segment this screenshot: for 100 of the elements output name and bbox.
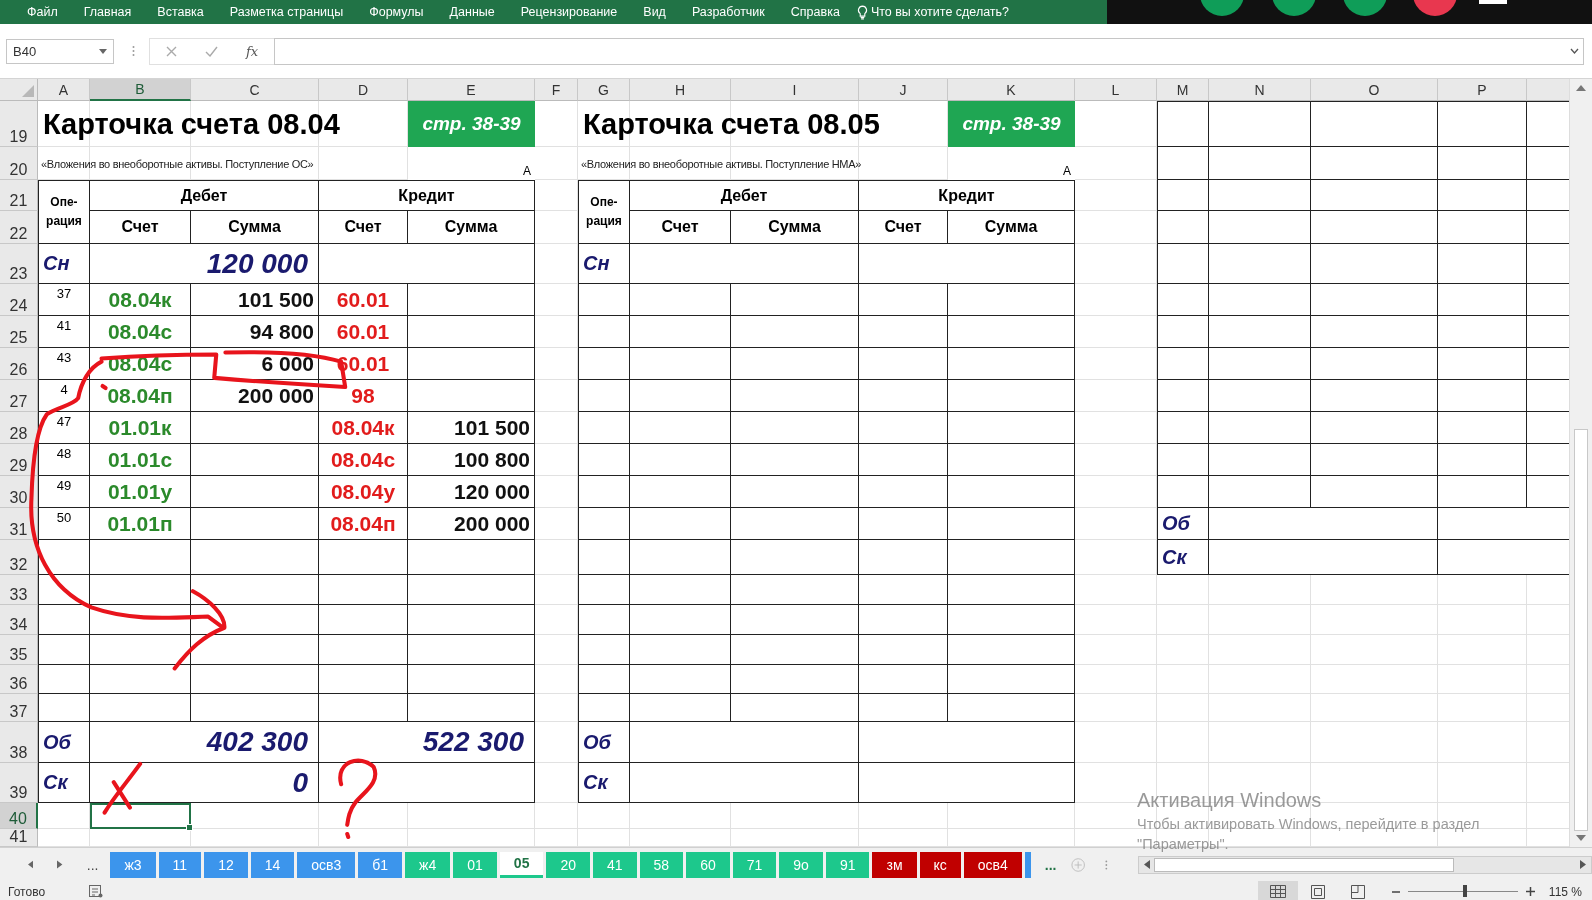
previous-sheet-icon[interactable] xyxy=(28,860,34,869)
table-cell xyxy=(578,540,630,575)
row-header[interactable]: 37 xyxy=(0,694,38,722)
page-badge: стр. 38-39 xyxy=(408,101,535,147)
name-box[interactable]: B40 xyxy=(6,38,114,64)
table-cell xyxy=(578,605,630,635)
row-header[interactable]: 19 xyxy=(0,101,38,147)
menu-item[interactable]: Вид xyxy=(630,5,679,19)
sheet-tab[interactable]: кс xyxy=(919,851,961,878)
menu-item[interactable]: Справка xyxy=(777,5,853,19)
column-header[interactable]: M xyxy=(1157,79,1209,101)
row-header[interactable]: 36 xyxy=(0,665,38,694)
row-header[interactable]: 39 xyxy=(0,763,38,803)
row-header[interactable]: 28 xyxy=(0,412,38,444)
table-cell xyxy=(1527,101,1569,147)
activation-text: "Параметры". xyxy=(1137,836,1230,852)
row-header[interactable]: 22 xyxy=(0,211,38,244)
table-cell: Об xyxy=(38,722,90,763)
scrollbar-thumb[interactable] xyxy=(1574,429,1588,831)
table-cell: 47 xyxy=(38,412,90,444)
table-cell: 200 000 xyxy=(191,380,319,412)
column-header[interactable]: K xyxy=(948,79,1075,101)
table-cell: 43 xyxy=(38,348,90,380)
column-header[interactable]: O xyxy=(1311,79,1438,101)
tell-me-field[interactable]: Что вы хотите сделать? xyxy=(857,5,1023,19)
check-icon[interactable] xyxy=(205,45,218,57)
table-cell xyxy=(1157,180,1209,211)
column-header[interactable]: D xyxy=(319,79,408,101)
scroll-down-icon[interactable] xyxy=(1576,835,1586,841)
menu-item[interactable]: Вставка xyxy=(144,5,217,19)
sheet-tab[interactable]: зм xyxy=(872,851,917,878)
normal-view-button[interactable] xyxy=(1257,881,1298,900)
zoom-level[interactable]: 115 % xyxy=(1548,884,1582,899)
row-header[interactable]: 33 xyxy=(0,575,38,605)
formula-input[interactable] xyxy=(274,37,1584,65)
row-header[interactable]: 21 xyxy=(0,180,38,211)
next-sheet-icon[interactable] xyxy=(57,860,63,869)
menu-item[interactable]: Рецензирование xyxy=(507,5,631,19)
menu-item[interactable]: Разработчик xyxy=(678,5,778,19)
column-header[interactable]: N xyxy=(1209,79,1311,101)
insert-function-button[interactable]: fx xyxy=(246,43,259,59)
expand-icon[interactable] xyxy=(1570,48,1579,54)
table-cell: 522 300 xyxy=(319,722,535,763)
table-cell xyxy=(1157,244,1209,284)
table-cell: 08.04к xyxy=(90,284,191,316)
row-header[interactable]: 40 xyxy=(0,803,38,829)
scroll-up-icon[interactable] xyxy=(1576,85,1586,91)
column-header[interactable]: F xyxy=(535,79,578,101)
more-sheets-button[interactable]: ... xyxy=(86,856,99,873)
table-cell: 01.01с xyxy=(90,444,191,476)
row-header[interactable]: 35 xyxy=(0,635,38,665)
table-cell: 08.04у xyxy=(319,476,408,508)
sheet-tab[interactable]: 05 xyxy=(499,851,544,878)
table-cell xyxy=(1157,211,1209,244)
more-sheets-button[interactable]: ... xyxy=(1044,856,1057,873)
row-header[interactable]: 24 xyxy=(0,284,38,316)
header-cell: Счет xyxy=(319,211,408,244)
table-cell: 0 xyxy=(90,763,319,803)
row-header[interactable]: 23 xyxy=(0,244,38,284)
row-header[interactable]: 27 xyxy=(0,380,38,412)
menu-item[interactable]: Разметка страницы xyxy=(216,5,357,19)
table-cell xyxy=(38,635,90,665)
column-header[interactable]: C xyxy=(191,79,319,101)
column-header[interactable]: I xyxy=(731,79,859,101)
card-subtitle: «Вложения во внеоборотные активы. Поступление ОС» xyxy=(40,156,315,172)
zoom-in-icon[interactable] xyxy=(1525,887,1535,896)
menu-item[interactable]: Данные xyxy=(436,5,508,19)
sheet-tab[interactable] xyxy=(1024,851,1031,878)
row-header[interactable]: 32 xyxy=(0,540,38,575)
menu-item[interactable]: Формулы xyxy=(356,5,437,19)
row-header[interactable]: 20 xyxy=(0,147,38,180)
sheet-tab[interactable]: осв4 xyxy=(963,851,1022,878)
row-header[interactable]: 34 xyxy=(0,605,38,635)
column-header[interactable]: B xyxy=(90,79,191,101)
header-cell: Дебет xyxy=(90,180,319,211)
macro-record-icon[interactable] xyxy=(89,885,104,898)
row-header[interactable]: 38 xyxy=(0,722,38,763)
row-header[interactable]: 41 xyxy=(0,829,38,847)
zoom-out-icon[interactable] xyxy=(1391,890,1400,893)
column-header[interactable]: L xyxy=(1075,79,1157,101)
scrollbar-thumb[interactable] xyxy=(1153,857,1454,872)
column-header[interactable]: E xyxy=(408,79,535,101)
scroll-left-icon[interactable] xyxy=(1143,860,1150,869)
zoom-slider-thumb[interactable] xyxy=(1463,885,1468,897)
table-cell xyxy=(578,444,630,476)
column-header[interactable]: G xyxy=(578,79,630,101)
table-cell: 01.01у xyxy=(90,476,191,508)
column-header[interactable]: J xyxy=(859,79,948,101)
header-cell: Сумма xyxy=(948,211,1075,244)
table-cell xyxy=(1157,147,1209,180)
row-header[interactable]: 25 xyxy=(0,316,38,348)
selected-cell[interactable] xyxy=(90,803,191,829)
column-header[interactable]: A xyxy=(38,79,90,101)
row-header[interactable]: 26 xyxy=(0,348,38,380)
column-header[interactable]: H xyxy=(630,79,731,101)
page-icon xyxy=(1310,884,1325,899)
menu-item[interactable]: Файл xyxy=(14,5,71,19)
scroll-right-icon[interactable] xyxy=(1580,860,1586,869)
menu-item[interactable]: Главная xyxy=(70,5,145,19)
column-header[interactable]: P xyxy=(1438,79,1527,101)
